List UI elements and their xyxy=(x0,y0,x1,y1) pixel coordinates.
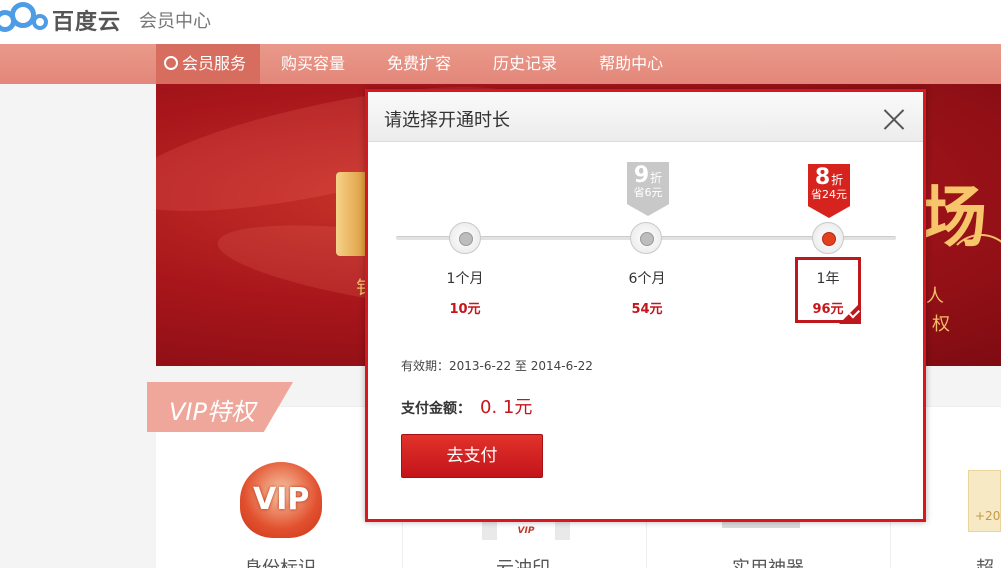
nav-item-buy-storage[interactable]: 购买容量 xyxy=(260,44,366,84)
vip-crown-icon: VIP xyxy=(240,462,322,538)
option-knob-1-year[interactable] xyxy=(812,222,844,254)
top-header: 百度云 会员中心 xyxy=(0,0,1001,44)
nav-item-label: 会员服务 xyxy=(182,54,247,73)
storage-icon-text: +20 xyxy=(975,509,1001,523)
nav-item-label: 购买容量 xyxy=(281,54,346,73)
vip-tab-label: VIP特权 xyxy=(169,398,255,426)
cloud-logo-icon xyxy=(0,2,48,36)
option-label-1-year[interactable]: 1年 xyxy=(788,268,868,288)
discount-tag-1-year: 8折 省24元 xyxy=(808,164,850,218)
duration-select-dialog: 请选择开通时长 9折 省6元 8折 省24元 1个月 10元 6个月 54元 1… xyxy=(365,89,926,522)
vip-item-label: 云冲印 xyxy=(496,554,550,568)
option-price-1-month: 10元 xyxy=(449,302,481,317)
dialog-header: 请选择开通时长 xyxy=(368,92,923,142)
validity-period: 有效期：2013-6-22 至 2014-6-22 xyxy=(401,359,593,373)
option-label-1-month[interactable]: 1个月 xyxy=(425,268,505,288)
option-knob-6-months[interactable] xyxy=(630,222,662,254)
nav-item-label: 免费扩容 xyxy=(387,54,452,73)
vip-item-label: 身份标识 xyxy=(244,554,316,568)
banner-text-fragment: 权 xyxy=(932,314,950,335)
vip-badge-text: VIP xyxy=(497,522,555,540)
nav-item-label: 帮助中心 xyxy=(599,54,664,73)
saving-text: 省6元 xyxy=(633,186,663,199)
saving-text: 省24元 xyxy=(811,188,847,201)
nav-item-free-expand[interactable]: 免费扩容 xyxy=(366,44,472,84)
main-nav: 会员服务 购买容量 免费扩容 历史记录 帮助中心 xyxy=(0,44,1001,84)
crown-icon xyxy=(164,56,178,70)
pay-button[interactable]: 去支付 xyxy=(401,434,543,478)
vip-crown-text: VIP xyxy=(253,482,310,517)
logo-text: 百度云 xyxy=(52,10,122,35)
vip-item-label: 实用神器 xyxy=(732,554,804,568)
nav-item-history[interactable]: 历史记录 xyxy=(472,44,578,84)
page-section-title: 会员中心 xyxy=(139,11,212,32)
nav-item-help-center[interactable]: 帮助中心 xyxy=(578,44,684,84)
option-knob-1-month[interactable] xyxy=(449,222,481,254)
option-label-6-months[interactable]: 6个月 xyxy=(607,268,687,288)
option-price-6-months: 54元 xyxy=(631,302,663,317)
nav-item-label: 历史记录 xyxy=(493,54,558,73)
nav-item-member-service[interactable]: 会员服务 xyxy=(156,44,261,84)
payment-amount-label: 支付金额： xyxy=(401,401,471,417)
banner-headline-fragment: 场 xyxy=(921,179,987,256)
close-icon[interactable] xyxy=(883,108,905,130)
vip-item-label: 超 xyxy=(976,554,994,568)
payment-amount-value: 0. 1元 xyxy=(480,397,533,418)
storage-icon: +20 xyxy=(968,470,1001,532)
option-price-1-year: 96元 xyxy=(812,302,844,317)
dialog-title: 请选择开通时长 xyxy=(384,110,510,131)
baidu-cloud-logo[interactable]: 百度云 会员中心 xyxy=(0,2,212,36)
banner-text-fragment: 人 xyxy=(926,286,944,307)
discount-tag-6-months: 9折 省6元 xyxy=(627,162,669,216)
